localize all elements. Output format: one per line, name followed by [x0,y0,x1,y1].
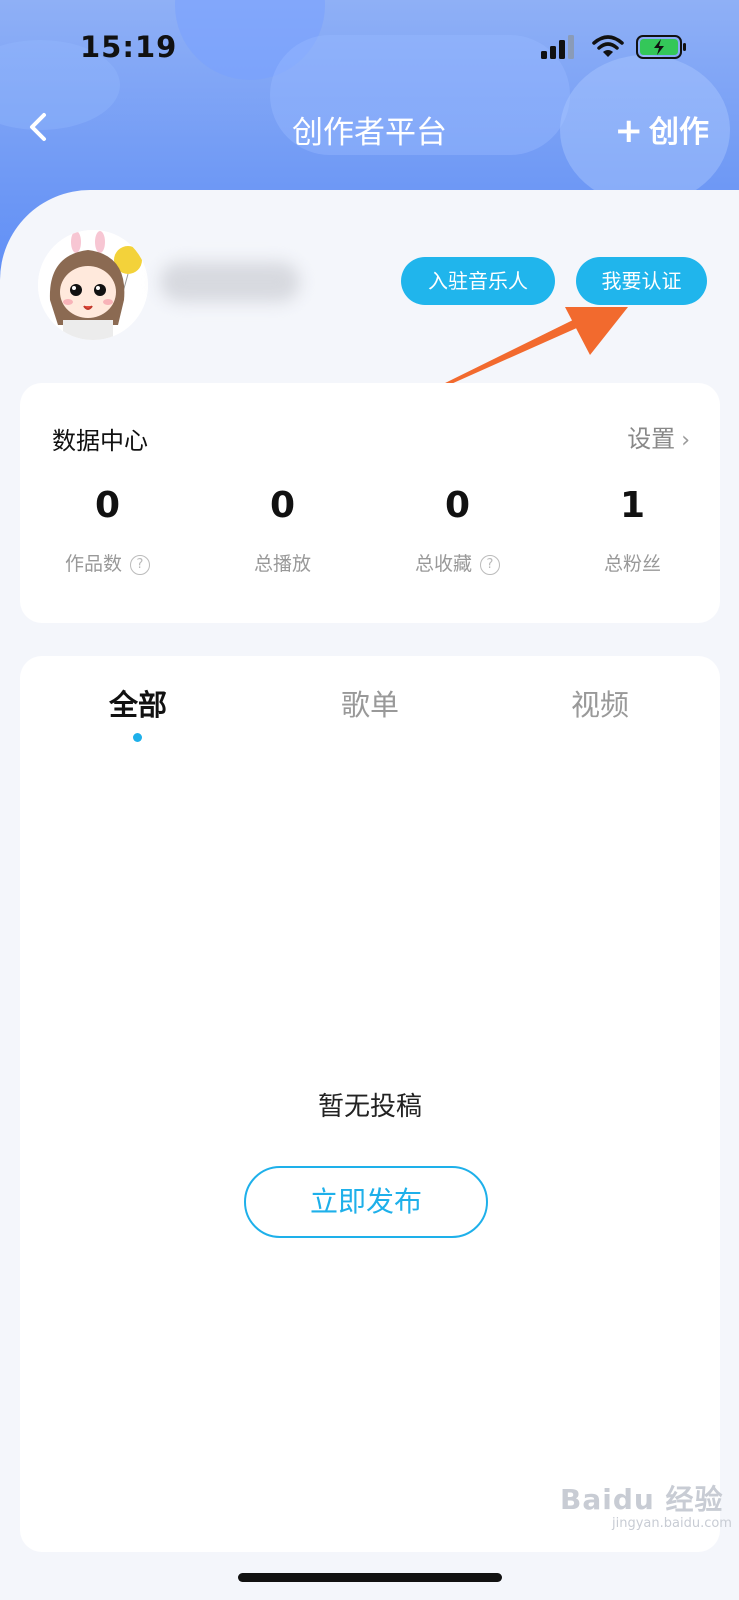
stat-label: 作品数 [64,553,122,575]
avatar[interactable] [38,230,148,340]
watermark-site: jingyan.baidu.com [612,1516,732,1531]
username-blurred [160,262,300,302]
plus-icon: + [614,111,644,151]
stat-label: 总收藏 [414,553,472,575]
stat-label: 总播放 [253,553,311,575]
stat-plays: 0 总播放 [195,483,370,576]
works-card: 全部 歌单 视频 暂无投稿 立即发布 [20,656,720,1552]
baidu-watermark: Baidu 经验 [560,1483,724,1516]
signal-icon [541,35,574,59]
tab-all[interactable]: 全部 [78,682,198,724]
stat-label: 总粉丝 [603,553,661,575]
stat-value: 0 [94,485,121,526]
status-bar: 15:19 [0,0,739,100]
status-time: 15:19 [80,30,178,64]
stat-value: 1 [619,485,646,526]
data-center-title: 数据中心 [52,427,148,455]
help-icon[interactable]: ? [480,555,500,575]
stat-value: 0 [444,485,471,526]
settings-link[interactable]: 设置 › [627,419,690,454]
stat-works: 0 作品数? [20,483,195,576]
wifi-icon [592,35,624,57]
stat-value: 0 [269,485,296,526]
home-indicator[interactable] [238,1573,502,1582]
active-tab-indicator [133,733,142,742]
data-center-card: 数据中心 设置 › 0 作品数? 0 总播放 0 总收藏? 1 总粉丝 [20,383,720,623]
tab-video[interactable]: 视频 [540,682,660,724]
stat-favorites: 0 总收藏? [370,483,545,576]
nav-bar: 创作者平台 + 创作 [0,95,739,165]
create-label: 创作 [649,115,709,150]
publish-now-button[interactable]: 立即发布 [244,1166,488,1238]
tab-playlist[interactable]: 歌单 [310,682,430,724]
stat-fans: 1 总粉丝 [545,483,720,576]
battery-icon [636,35,686,59]
chevron-right-icon: › [681,428,690,453]
settings-label: 设置 [627,425,676,453]
help-icon[interactable]: ? [130,555,150,575]
cartoon-girl-avatar-icon [38,230,148,340]
empty-state-text: 暂无投稿 [317,1092,422,1122]
create-button[interactable]: + 创作 [615,107,710,151]
